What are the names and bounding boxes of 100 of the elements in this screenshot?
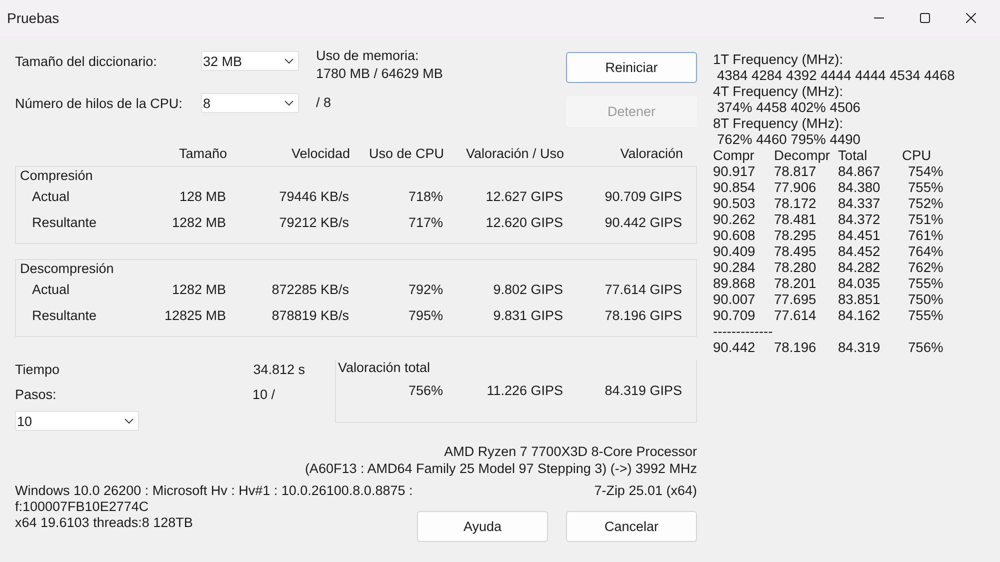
log-cell-text: 751% [907, 212, 944, 228]
log-cell-text: 78.172 [774, 196, 818, 212]
table-cell-text: 12.627 GIPS [484, 188, 563, 204]
table-cell-text: 1282 MB [170, 282, 226, 296]
table-cell-text: 12825 MB [163, 308, 226, 322]
log-cell-text: 84.035 [838, 276, 882, 292]
threads-dropdown[interactable]: 8 [201, 93, 299, 113]
log-cell-text: 90.442 [713, 340, 756, 356]
system-info-text: x64 19.6103 threads:8 128TB [15, 515, 194, 531]
group-title: Compresión [20, 168, 94, 183]
log-cell-text: 754% [907, 164, 944, 180]
log-cell-text: 84.867 [838, 164, 882, 180]
maximize-icon[interactable] [920, 13, 930, 23]
log-cell-text: 90.917 [713, 164, 756, 180]
table-cell-text: 792% [407, 282, 443, 296]
table-cell-text: 77.614 GIPS [604, 282, 682, 296]
log-cell-text: 90.503 [713, 196, 756, 212]
table-cell-text: 795% [407, 308, 443, 322]
frequency-values: 762% 4460 795% 4490 [716, 132, 862, 148]
table-cell-text: 9.802 GIPS [492, 282, 563, 296]
dialog-button[interactable]: Ayuda [417, 511, 548, 542]
memory-value: 1780 MB / 64629 MB [316, 66, 443, 81]
chevron-down-icon [284, 58, 294, 64]
log-cell-text: 89.868 [713, 276, 756, 292]
table-cell-text: 78.196 GIPS [604, 308, 682, 322]
row-label: Actual [32, 282, 71, 296]
column-header: Valoración [619, 146, 683, 163]
log-cell-text: 84.452 [838, 244, 882, 260]
close-icon[interactable] [966, 13, 976, 23]
log-cell-text: 750% [907, 292, 944, 308]
log-cell-text: 84.380 [838, 180, 882, 196]
log-cell-text: 78.295 [774, 228, 818, 244]
table-cell-text: 128 MB [178, 188, 226, 204]
frequency-label: 8T Frequency (MHz): [713, 116, 844, 132]
table-cell-text: 11.226 GIPS [486, 383, 563, 398]
dictionary-label: Tamaño del diccionario: [15, 53, 158, 69]
log-cell-text: 90.262 [713, 212, 756, 228]
table-cell-text: 756% [407, 383, 443, 398]
log-cell-text: 90.007 [713, 292, 756, 308]
log-cell-text: 84.282 [838, 260, 882, 276]
dialog-button[interactable]: Cancelar [566, 511, 697, 542]
action-button[interactable]: Reiniciar [566, 52, 697, 83]
cpu-info-text: (A60F13 : AMD64 Family 25 Model 97 Stepping 3) (->) 3992 MHz [304, 460, 697, 477]
column-header: Uso de CPU [368, 146, 444, 163]
table-cell-text: 90.709 GIPS [604, 188, 682, 204]
table-cell-text: 12.620 GIPS [484, 214, 563, 230]
log-cell-text: 90.709 [713, 308, 756, 324]
table-cell-text: 872285 KB/s [270, 282, 349, 296]
table-cell-text: 1282 MB [170, 214, 226, 230]
system-info-text: f:100007FB10E2774C [15, 499, 150, 515]
table-cell-text: 718% [407, 188, 443, 204]
time-label: Tiempo [15, 362, 60, 379]
log-cell-text: 84.372 [838, 212, 882, 228]
column-header: Valoración / Uso [464, 146, 564, 163]
separator-text: ------------- [713, 324, 774, 340]
log-cell-text: 90.284 [713, 260, 756, 276]
log-cell-text: 755% [907, 308, 944, 324]
table-cell-text: 9.831 GIPS [492, 308, 563, 322]
log-cell-text: 77.695 [774, 292, 818, 308]
passes-dropdown[interactable]: 10 [15, 411, 139, 431]
log-cell-text: 78.495 [774, 244, 818, 260]
group-title: Descompresión [20, 261, 115, 276]
log-cell-text: 764% [907, 244, 944, 260]
log-cell-text: 84.337 [838, 196, 882, 212]
log-cell-text: 77.614 [774, 308, 818, 324]
log-cell-text: 90.409 [713, 244, 756, 260]
log-cell-text: 90.854 [713, 180, 756, 196]
log-cell-text: 84.162 [838, 308, 882, 324]
chevron-down-icon [124, 418, 134, 424]
log-cell-text: 78.481 [774, 212, 818, 228]
table-cell-text: 84.319 GIPS [604, 383, 682, 398]
table-cell-text: 79212 KB/s [278, 214, 349, 230]
frequency-label: 4T Frequency (MHz): [713, 84, 844, 100]
log-cell-text: 78.196 [774, 340, 818, 356]
log-column-header: CPU [902, 148, 932, 164]
row-label: Resultante [32, 308, 98, 322]
table-cell-text: 79446 KB/s [278, 188, 349, 204]
column-header: Tamaño [178, 146, 227, 163]
cpu-info-text: AMD Ryzen 7 7700X3D 8-Core Processor [444, 443, 697, 460]
column-header: Velocidad [290, 146, 350, 163]
log-cell-text: 752% [907, 196, 944, 212]
log-column-header: Compr [713, 148, 756, 164]
group-title: Valoración total [338, 360, 432, 375]
log-cell-text: 761% [907, 228, 944, 244]
table-cell-text: 878819 KB/s [270, 308, 349, 322]
passes-value: 10 / [252, 387, 275, 404]
log-cell-text: 78.280 [774, 260, 818, 276]
log-cell-text: 755% [907, 276, 944, 292]
threads-label: Número de hilos de la CPU: [15, 95, 184, 111]
passes-label: Pasos: [15, 387, 56, 404]
table-cell-text: 90.442 GIPS [604, 214, 682, 230]
memory-label: Uso de memoria: [316, 48, 420, 63]
log-cell-text: 78.201 [774, 276, 818, 292]
version-text: 7-Zip 25.01 (x64) [594, 483, 697, 498]
log-cell-text: 83.851 [838, 292, 882, 308]
row-label: Actual [32, 188, 71, 204]
log-cell-text: 84.451 [838, 228, 882, 244]
system-info-text: Windows 10.0 26200 : Microsoft Hv : Hv#1 : 10.0.26100.8.0.8875 : [15, 483, 413, 499]
dictionary-dropdown[interactable]: 32 MB [201, 51, 299, 71]
window-title: Pruebas [7, 10, 60, 26]
